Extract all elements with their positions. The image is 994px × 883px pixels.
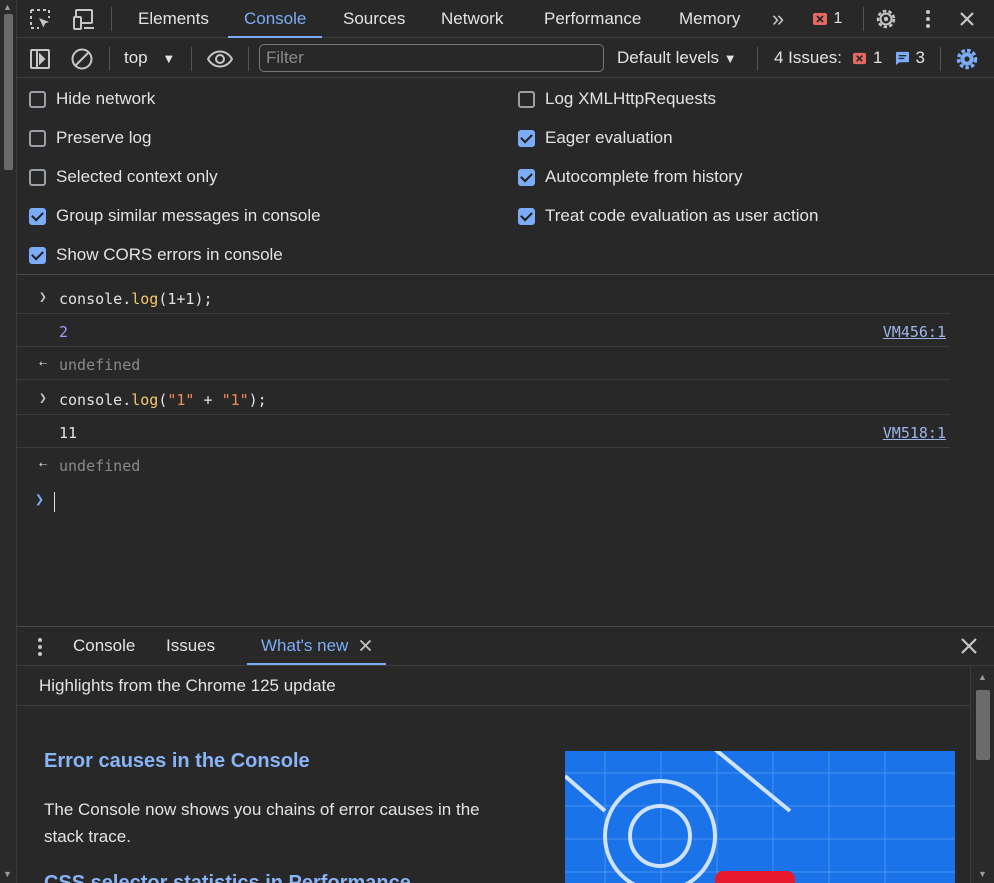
setting-log-xmlhttprequests[interactable]: Log XMLHttpRequests: [518, 88, 716, 110]
feature-illustration: [565, 751, 955, 883]
drawer-tab-whats-new[interactable]: What's new: [247, 627, 387, 665]
close-devtools-icon[interactable]: [954, 6, 980, 32]
tab-console[interactable]: Console: [228, 0, 323, 38]
chevron-right-icon: ❯: [39, 391, 47, 406]
live-expression-eye-icon[interactable]: [205, 46, 235, 72]
context-selector[interactable]: top ▼: [124, 48, 175, 68]
console-log-line: 11 VM518:1: [17, 415, 950, 448]
chevron-down-icon: ▼: [723, 51, 737, 66]
tab-memory[interactable]: Memory: [679, 0, 740, 38]
setting-treat-as-user-action[interactable]: Treat code evaluation as user action: [518, 205, 818, 227]
tab-elements[interactable]: Elements: [138, 0, 209, 38]
kebab-menu-icon[interactable]: [915, 6, 941, 32]
devtools-tab-bar: Elements Console Sources Network Perform…: [17, 0, 994, 38]
drawer-tab-issues[interactable]: Issues: [166, 627, 215, 665]
setting-show-cors-errors[interactable]: Show CORS errors in console: [29, 244, 283, 266]
drawer-scrollbar[interactable]: ▲ ▼: [970, 666, 994, 883]
close-tab-icon[interactable]: [359, 639, 372, 652]
setting-selected-context-only[interactable]: Selected context only: [29, 166, 218, 188]
tab-sources[interactable]: Sources: [343, 0, 405, 38]
drawer-menu-icon[interactable]: [37, 637, 43, 662]
error-counter[interactable]: 1: [807, 6, 847, 32]
scrollbar-thumb[interactable]: [4, 14, 13, 170]
log-levels-dropdown[interactable]: Default levels ▼: [617, 48, 737, 68]
console-log-line: 2 VM456:1: [17, 314, 950, 347]
issues-counter[interactable]: 4 Issues: 1 3: [774, 48, 925, 68]
error-icon: [853, 52, 867, 64]
sidebar-toggle-icon[interactable]: [27, 46, 53, 72]
return-arrow-icon: ⇠: [39, 457, 47, 472]
console-input-line: ❯ console.log("1" + "1");: [17, 382, 950, 415]
setting-hide-network[interactable]: Hide network: [29, 88, 155, 110]
chevron-right-icon: ❯: [39, 290, 47, 305]
chevron-down-icon: ▼: [162, 51, 176, 66]
feature-title-link[interactable]: CSS selector statistics in Performance: [44, 872, 411, 883]
console-command: console.log("1" + "1");: [59, 391, 267, 409]
close-drawer-icon[interactable]: [960, 637, 978, 660]
setting-group-similar[interactable]: Group similar messages in console: [29, 205, 321, 227]
scrollbar-thumb[interactable]: [976, 690, 990, 760]
checkbox-checked[interactable]: [29, 207, 46, 225]
checkbox-checked[interactable]: [518, 129, 535, 147]
checkbox-checked[interactable]: [518, 207, 535, 225]
return-arrow-icon: ⇠: [39, 356, 47, 371]
more-tabs-icon[interactable]: »: [765, 6, 791, 32]
scroll-down-icon[interactable]: ▼: [3, 869, 12, 879]
inspect-element-icon[interactable]: [27, 6, 53, 32]
console-result-line: ⇠ undefined: [17, 347, 950, 380]
page-scrollbar[interactable]: ▲ ▼: [0, 0, 17, 883]
console-toolbar: top ▼ Default levels ▼ 4 Issues: 1 3: [17, 39, 994, 78]
checkbox-checked[interactable]: [29, 246, 46, 264]
checkbox-checked[interactable]: [518, 168, 535, 186]
setting-autocomplete-history[interactable]: Autocomplete from history: [518, 166, 742, 188]
scroll-up-icon[interactable]: ▲: [978, 672, 987, 682]
checkbox[interactable]: [29, 129, 46, 147]
checkbox[interactable]: [518, 90, 535, 108]
console-settings-panel: Hide network Preserve log Selected conte…: [17, 79, 994, 275]
whats-new-heading: Highlights from the Chrome 125 update: [17, 666, 970, 706]
checkbox[interactable]: [29, 168, 46, 186]
source-link[interactable]: VM456:1: [883, 323, 946, 341]
clear-console-icon[interactable]: [69, 46, 95, 72]
info-message-icon: [895, 51, 909, 65]
feature-title-link[interactable]: Error causes in the Console: [44, 750, 310, 773]
tab-performance[interactable]: Performance: [544, 0, 641, 38]
drawer-tab-bar: Console Issues What's new: [17, 626, 994, 666]
feature-description: The Console now shows you chains of erro…: [44, 800, 480, 846]
error-icon: [812, 13, 827, 25]
console-input-line: ❯ console.log(1+1);: [17, 281, 950, 314]
console-prompt-input[interactable]: [54, 492, 55, 512]
source-link[interactable]: VM518:1: [883, 424, 946, 442]
tab-network[interactable]: Network: [441, 0, 503, 38]
console-settings-gear-icon[interactable]: [954, 46, 980, 72]
setting-preserve-log[interactable]: Preserve log: [29, 127, 151, 149]
whats-new-panel: Highlights from the Chrome 125 update Er…: [17, 666, 994, 883]
scroll-up-icon[interactable]: ▲: [3, 2, 12, 12]
console-output[interactable]: ❯ console.log(1+1); 2 VM456:1 ⇠ undefine…: [17, 276, 994, 625]
setting-eager-evaluation[interactable]: Eager evaluation: [518, 127, 673, 149]
device-toolbar-icon[interactable]: [71, 6, 97, 32]
scroll-down-icon[interactable]: ▼: [978, 869, 987, 879]
filter-input[interactable]: [259, 44, 604, 72]
settings-gear-icon[interactable]: [873, 6, 899, 32]
prompt-chevron-icon: ❯: [35, 490, 45, 508]
console-command: console.log(1+1);: [59, 290, 213, 308]
console-result-line: ⇠ undefined: [39, 457, 141, 475]
drawer-tab-console[interactable]: Console: [73, 627, 135, 665]
checkbox[interactable]: [29, 90, 46, 108]
